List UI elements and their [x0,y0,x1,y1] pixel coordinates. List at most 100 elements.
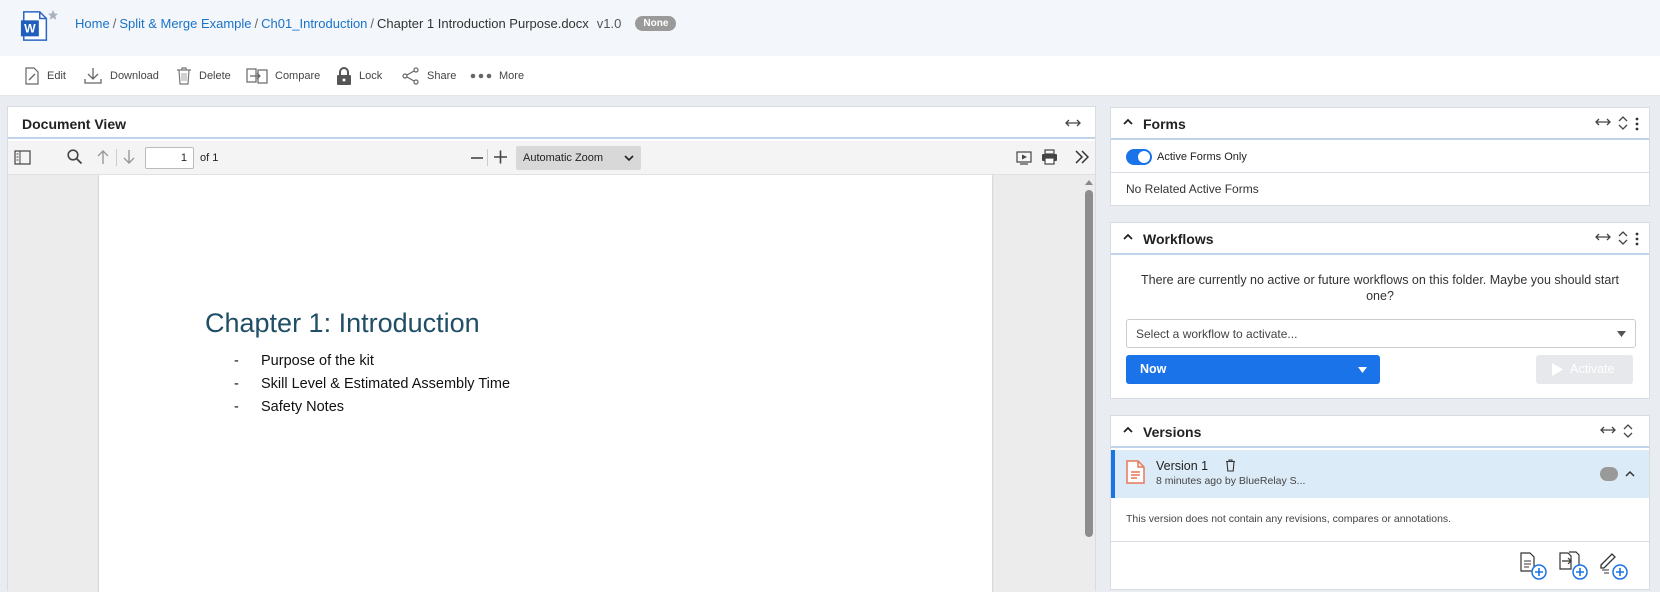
sidebar-toggle-icon[interactable] [14,150,31,165]
download-icon [84,68,102,84]
workflow-select[interactable]: Select a workflow to activate... [1126,319,1636,348]
bullet-text: Purpose of the kit [261,353,374,369]
download-button[interactable]: Download [83,56,159,96]
forms-card: Forms Active Forms Only No Related Activ… [1110,107,1650,206]
scrollbar[interactable] [1083,175,1095,592]
active-forms-toggle[interactable] [1126,149,1152,165]
version-note: This version does not contain any revisi… [1126,513,1452,525]
active-forms-label: Active Forms Only [1157,151,1247,163]
bullet-item: - Skill Level & Estimated Assembly Time [234,376,510,392]
breadcrumb-home[interactable]: Home [75,16,110,31]
zoom-in-icon[interactable] [493,149,508,165]
expand-vertical-icon[interactable] [1618,116,1628,130]
edit-icon [25,67,39,85]
versions-header: Versions [1111,416,1649,448]
expand-horizontal-icon[interactable] [1595,117,1611,127]
document-view-panel: Document View 1 of 1 Automatic Zoom Chap… [7,106,1096,592]
version-name: Version 1 [1156,459,1209,473]
chapter-heading: Chapter 1: Introduction [205,308,480,338]
chevron-down-icon [624,155,634,162]
expand-horizontal-icon[interactable] [1065,118,1081,128]
kebab-menu-icon[interactable] [1635,232,1639,246]
timing-select[interactable]: Now [1126,355,1380,384]
versions-card: Versions Version 1 8 minutes ago by Blue… [1110,415,1650,590]
zoom-value: Automatic Zoom [523,152,604,164]
timing-value: Now [1140,362,1167,376]
breadcrumb-split-merge[interactable]: Split & Merge Example [119,16,251,31]
delete-button[interactable]: Delete [176,56,231,96]
breadcrumb-current-file: Chapter 1 Introduction Purpose.docx [377,16,589,31]
lock-button[interactable]: Lock [336,56,382,96]
edit-button[interactable]: Edit [24,56,66,96]
page-header: W Home / Split & Merge Example / Ch01_In… [0,0,1660,56]
bullet-dash: - [234,376,239,392]
add-compare-icon[interactable] [1558,550,1590,580]
search-icon[interactable] [67,149,83,165]
expand-horizontal-icon[interactable] [1595,232,1611,242]
version-row[interactable]: Version 1 8 minutes ago by BlueRelay S..… [1111,450,1649,498]
lock-icon [337,67,351,85]
collapse-chevron-icon[interactable] [1123,232,1133,240]
favorite-star-icon[interactable] [47,9,59,21]
bullet-item: - Safety Notes [234,399,344,415]
next-page-icon[interactable] [122,149,136,165]
collapse-chevron-icon[interactable] [1123,117,1133,125]
zoom-select[interactable]: Automatic Zoom [516,146,641,170]
forms-header: Forms [1111,108,1649,140]
pdf-toolbar: 1 of 1 Automatic Zoom [8,141,1095,175]
workflows-card: Workflows There are currently no active … [1110,222,1650,399]
version-meta: 8 minutes ago by BlueRelay S... [1156,475,1306,487]
play-icon [1552,363,1563,376]
activate-button[interactable]: Activate [1536,355,1633,384]
forms-title: Forms [1143,116,1186,132]
presentation-mode-icon[interactable] [1016,149,1032,165]
no-workflows-message: There are currently no active or future … [1140,273,1619,303]
page-count: of 1 [200,152,219,164]
more-dots-icon [470,73,492,79]
delete-label: Delete [199,70,231,82]
zoom-out-icon[interactable] [470,150,484,166]
status-badge: None [635,16,677,31]
workflow-select-placeholder: Select a workflow to activate... [1136,327,1298,341]
breadcrumb-ch01[interactable]: Ch01_Introduction [261,16,367,31]
page-number-input[interactable]: 1 [145,147,194,169]
divider [1111,172,1649,173]
document-version-icon [1126,460,1145,484]
print-icon[interactable] [1041,149,1058,165]
expand-horizontal-icon[interactable] [1600,425,1616,435]
svg-text:W: W [24,22,36,36]
scroll-up-icon[interactable] [1085,179,1093,185]
versions-title: Versions [1143,424,1202,440]
breadcrumb-separator: / [370,16,375,31]
compare-label: Compare [275,70,321,82]
previous-page-icon[interactable] [96,149,110,165]
more-button[interactable]: More [470,56,524,96]
pdf-viewer: Chapter 1: Introduction - Purpose of the … [8,175,1095,592]
chevron-down-icon [1617,331,1626,337]
activate-label: Activate [1570,362,1615,376]
compare-icon [246,68,268,84]
version-toggle[interactable] [1600,467,1618,481]
pdf-page: Chapter 1: Introduction - Purpose of the … [99,175,992,592]
trash-icon[interactable] [1225,459,1236,472]
collapse-chevron-icon[interactable] [1123,425,1133,433]
chevron-up-icon[interactable] [1625,470,1635,477]
kebab-menu-icon[interactable] [1635,117,1639,131]
download-label: Download [110,70,159,82]
more-label: More [499,70,525,82]
bullet-text: Skill Level & Estimated Assembly Time [261,376,511,392]
scrollbar-thumb[interactable] [1085,190,1093,537]
add-document-icon[interactable] [1519,552,1549,580]
trash-icon [177,67,191,85]
expand-vertical-icon[interactable] [1618,231,1628,245]
edit-label: Edit [47,70,66,82]
double-chevron-right-icon[interactable] [1075,150,1089,164]
compare-button[interactable]: Compare [246,56,320,96]
expand-vertical-icon[interactable] [1623,424,1633,438]
divider [487,149,488,166]
add-annotation-icon[interactable] [1598,550,1630,580]
chevron-down-icon [1358,367,1367,373]
toggle-knob [1138,151,1150,163]
share-button[interactable]: Share [402,56,456,96]
breadcrumb-separator: / [254,16,259,31]
